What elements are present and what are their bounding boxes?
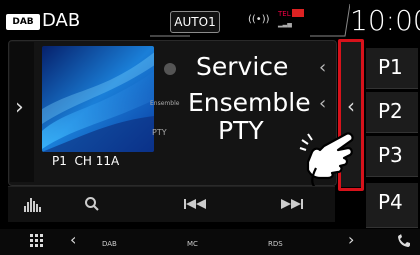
preset-p2-button[interactable]: P2 [366, 92, 418, 133]
source-title: DAB [42, 10, 81, 31]
skip-back-icon[interactable] [184, 199, 208, 209]
grid-menu-icon[interactable] [30, 234, 44, 248]
nav-item-rds[interactable]: RDS [268, 240, 283, 248]
equalizer-icon[interactable] [24, 196, 46, 212]
dab-logo: DAB [6, 14, 40, 30]
service-icon [164, 63, 176, 75]
phone-icon[interactable] [398, 234, 410, 248]
preset-mode-button[interactable]: AUTO1 [170, 11, 220, 33]
chevron-left-icon: ‹ [319, 93, 327, 114]
phone-battery-icon [292, 9, 304, 17]
search-icon[interactable] [84, 196, 100, 212]
channel-label: CH 11A [74, 154, 120, 168]
signal-icon: ▂▃▅ [278, 21, 292, 28]
chevron-left-icon: ‹ [319, 57, 327, 78]
chevron-right-icon: › [15, 95, 24, 120]
skip-forward-icon[interactable] [279, 199, 303, 209]
channel-preset-label: P1 [52, 154, 67, 168]
nav-item-dab[interactable]: DAB [102, 240, 117, 248]
left-expand-button[interactable]: › [10, 42, 34, 182]
preset-p1-button[interactable]: P1 [366, 48, 418, 89]
ensemble-text: Ensemble [188, 88, 311, 117]
nav-item-mc[interactable]: MC [187, 240, 198, 248]
nav-chevron-right-icon[interactable]: › [348, 230, 354, 249]
station-artwork [42, 46, 154, 152]
clock: 10:00 [350, 4, 420, 37]
nav-chevron-left-icon[interactable]: ‹ [70, 230, 76, 249]
pointing-hand-icon [299, 132, 354, 189]
preset-p4-button[interactable]: P4 [366, 183, 418, 228]
antenna-icon: ((•)) [248, 14, 270, 25]
bottom-nav [0, 229, 420, 255]
preset-p3-button[interactable]: P3 [366, 136, 418, 177]
service-text: Service [196, 52, 289, 81]
tel-label: TEL [278, 10, 291, 18]
pty-icon-label: PTY [152, 128, 167, 137]
ensemble-icon-label: Ensemble [150, 100, 180, 107]
pty-text: PTY [218, 116, 264, 145]
channel-info: P1 CH 11A [52, 154, 119, 168]
